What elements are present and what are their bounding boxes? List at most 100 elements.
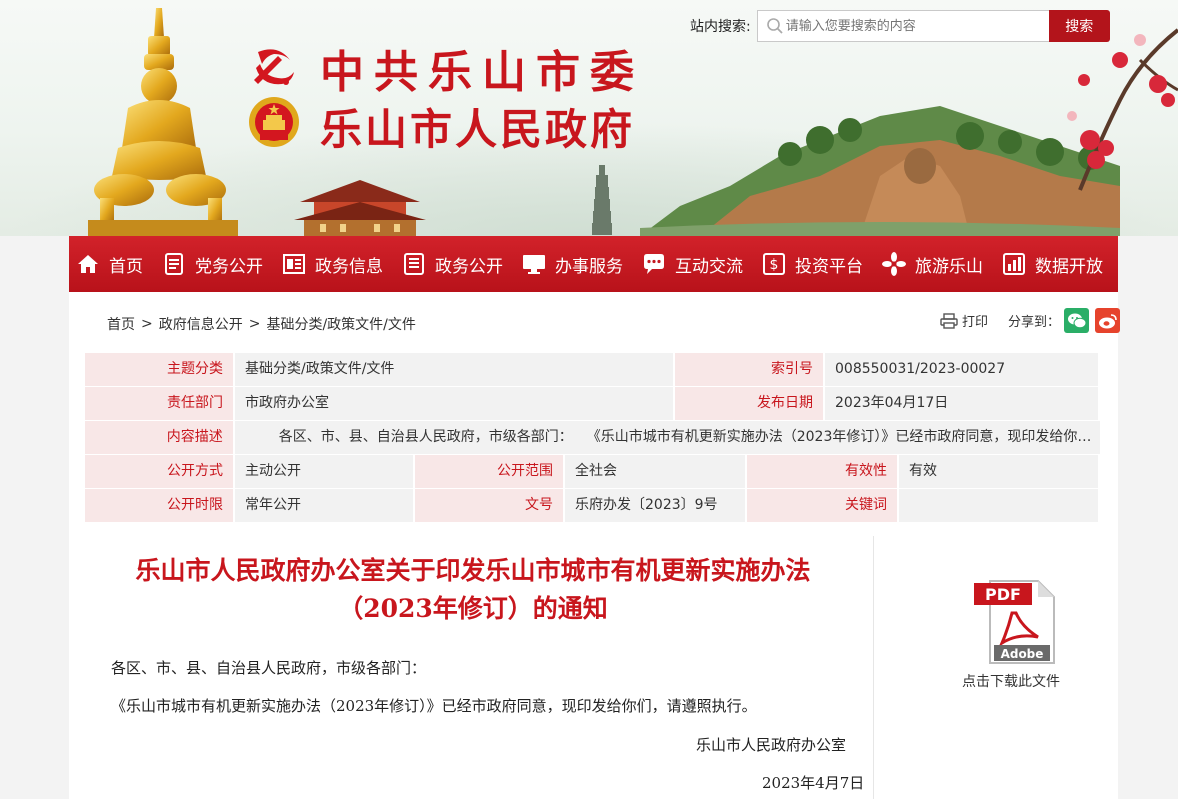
info-value: 全社会 (565, 455, 745, 488)
info-value: 008550031/2023-00027 (825, 353, 1098, 386)
article-title: 乐山市人民政府办公室关于印发乐山市城市有机更新实施办法 （2023年修订）的通知 (88, 552, 858, 628)
breadcrumb-home[interactable]: 首页 (107, 314, 135, 334)
article-body: 《乐山市城市有机更新实施办法（2023年修订）》已经市政府同意，现印发给你们，请… (111, 697, 757, 715)
info-value (899, 489, 1098, 522)
temple-image (294, 180, 426, 236)
search-box[interactable] (756, 10, 1049, 42)
info-row: 责任部门 市政府办公室 发布日期 2023年04月17日 (85, 387, 1102, 420)
nav-item-gov-affairs[interactable]: 政务公开 (401, 236, 503, 292)
nav-label: 数据开放 (1035, 256, 1103, 277)
column-divider (873, 536, 874, 799)
bar-chart-icon (1003, 253, 1025, 275)
share-weibo-button[interactable] (1095, 308, 1121, 333)
breadcrumb: 首页 > 政府信息公开 > 基础分类/政策文件/文件 (107, 314, 416, 334)
nav-item-interaction[interactable]: 互动交流 (641, 236, 743, 292)
nav-label: 政务公开 (435, 256, 503, 277)
nav-item-gov-info[interactable]: 政务信息 (281, 236, 383, 292)
search-input[interactable] (783, 17, 1034, 35)
info-key: 公开时限 (85, 489, 233, 522)
info-value-description: 各区、市、县、自治县人民政府，市级各部门： 《乐山市城市有机更新实施办法（202… (234, 421, 1100, 454)
info-key: 主题分类 (85, 353, 233, 386)
info-value: 常年公开 (235, 489, 413, 522)
nav-label: 首页 (109, 256, 143, 277)
nav-item-investment[interactable]: $ 投资平台 (761, 236, 863, 292)
home-icon (78, 255, 98, 273)
flower-icon (882, 252, 906, 276)
info-key: 有效性 (747, 455, 897, 488)
article-salutation: 各区、市、县、自治县人民政府，市级各部门： (111, 659, 427, 677)
article-title-line: （2023年修订）的通知 (338, 594, 608, 623)
info-value: 有效 (899, 455, 1098, 488)
search-label: 站内搜索: (690, 19, 751, 35)
search-button[interactable]: 搜索 (1048, 10, 1110, 42)
info-key: 公开范围 (415, 455, 563, 488)
golden-buddha-image (88, 8, 238, 236)
share-label: 分享到： (1008, 315, 1061, 330)
info-row: 主题分类 基础分类/政策文件/文件 索引号 008550031/2023-000… (85, 353, 1102, 386)
nav-label: 党务公开 (195, 256, 263, 277)
breadcrumb-separator: > (248, 316, 261, 332)
nav-label: 办事服务 (555, 256, 623, 277)
info-value: 主动公开 (235, 455, 413, 488)
info-row: 公开时限 常年公开 文号 乐府办发〔2023〕9号 关键词 (85, 489, 1102, 522)
nav-item-home[interactable]: 首页 (75, 236, 143, 292)
nav-label: 互动交流 (675, 256, 743, 277)
info-value: 2023年04月17日 (825, 387, 1098, 420)
wechat-icon (1067, 313, 1087, 328)
article-signature: 乐山市人民政府办公室 (696, 736, 847, 754)
nav-label: 旅游乐山 (915, 256, 983, 277)
info-value: 基础分类/政策文件/文件 (235, 353, 673, 386)
info-key: 发布日期 (675, 387, 823, 420)
pdf-file-icon[interactable]: PDF Adobe (972, 577, 1060, 665)
pagoda-image (592, 165, 612, 235)
breadcrumb-gov-info-public[interactable]: 政府信息公开 (159, 314, 243, 334)
svg-text:Adobe: Adobe (1001, 647, 1044, 661)
download-file-link[interactable]: 点击下载此文件 (962, 671, 1060, 691)
chat-icon (644, 254, 664, 274)
info-value: 乐府办发〔2023〕9号 (565, 489, 745, 522)
article-title-line: 乐山市人民政府办公室关于印发乐山市城市有机更新实施办法 (135, 556, 811, 585)
nav-item-open-data[interactable]: 数据开放 (1001, 236, 1103, 292)
nav-item-tourism[interactable]: 旅游乐山 (881, 236, 983, 292)
info-key: 内容描述 (85, 421, 233, 454)
nav-item-party-affairs[interactable]: 党务公开 (161, 236, 263, 292)
header-banner: 中共乐山市委 乐山市人民政府 站内搜索: 搜索 (0, 0, 1178, 236)
site-search: 站内搜索: 搜索 (690, 10, 1110, 42)
printer-icon (940, 312, 958, 329)
plum-blossom-image (1067, 28, 1178, 191)
breadcrumb-category[interactable]: 基础分类/政策文件/文件 (266, 314, 415, 334)
party-emblem-icon (254, 49, 294, 85)
info-value: 市政府办公室 (235, 387, 673, 420)
newspaper-icon (283, 254, 305, 274)
svg-text:PDF: PDF (985, 585, 1021, 604)
investment-icon: $ (763, 253, 785, 275)
print-button[interactable]: 打印 (940, 311, 988, 330)
info-key: 文号 (415, 489, 563, 522)
info-key: 索引号 (675, 353, 823, 386)
national-emblem-icon (249, 97, 299, 147)
list-icon (404, 253, 424, 275)
page-tools: 打印 分享到： (940, 308, 1121, 333)
nav-label: 政务信息 (315, 256, 383, 277)
info-key: 公开方式 (85, 455, 233, 488)
info-key: 责任部门 (85, 387, 233, 420)
leshan-giant-buddha-image (640, 106, 1120, 236)
nav-label: 投资平台 (795, 256, 863, 277)
nav-item-services[interactable]: 办事服务 (521, 236, 623, 292)
info-row: 公开方式 主动公开 公开范围 全社会 有效性 有效 (85, 455, 1102, 488)
weibo-icon (1098, 313, 1117, 328)
site-title-party: 中共乐山市委 (320, 47, 644, 98)
main-nav: 首页 党务公开 政务信息 政务公开 办事服务 互动交流 $ 投资平台 旅游乐山 … (69, 236, 1118, 292)
print-label: 打印 (962, 315, 989, 330)
info-row: 内容描述 各区、市、县、自治县人民政府，市级各部门： 《乐山市城市有机更新实施办… (85, 421, 1102, 454)
breadcrumb-separator: > (141, 316, 153, 332)
site-title-government: 乐山市人民政府 (320, 105, 636, 154)
info-key: 关键词 (747, 489, 897, 522)
document-icon (165, 253, 183, 275)
search-icon (766, 18, 783, 34)
svg-text:$: $ (770, 257, 779, 273)
share-wechat-button[interactable] (1064, 308, 1090, 333)
monitor-icon (523, 255, 545, 274)
article-date: 2023年4月7日 (762, 774, 865, 792)
document-info-table: 主题分类 基础分类/政策文件/文件 索引号 008550031/2023-000… (85, 353, 1102, 523)
